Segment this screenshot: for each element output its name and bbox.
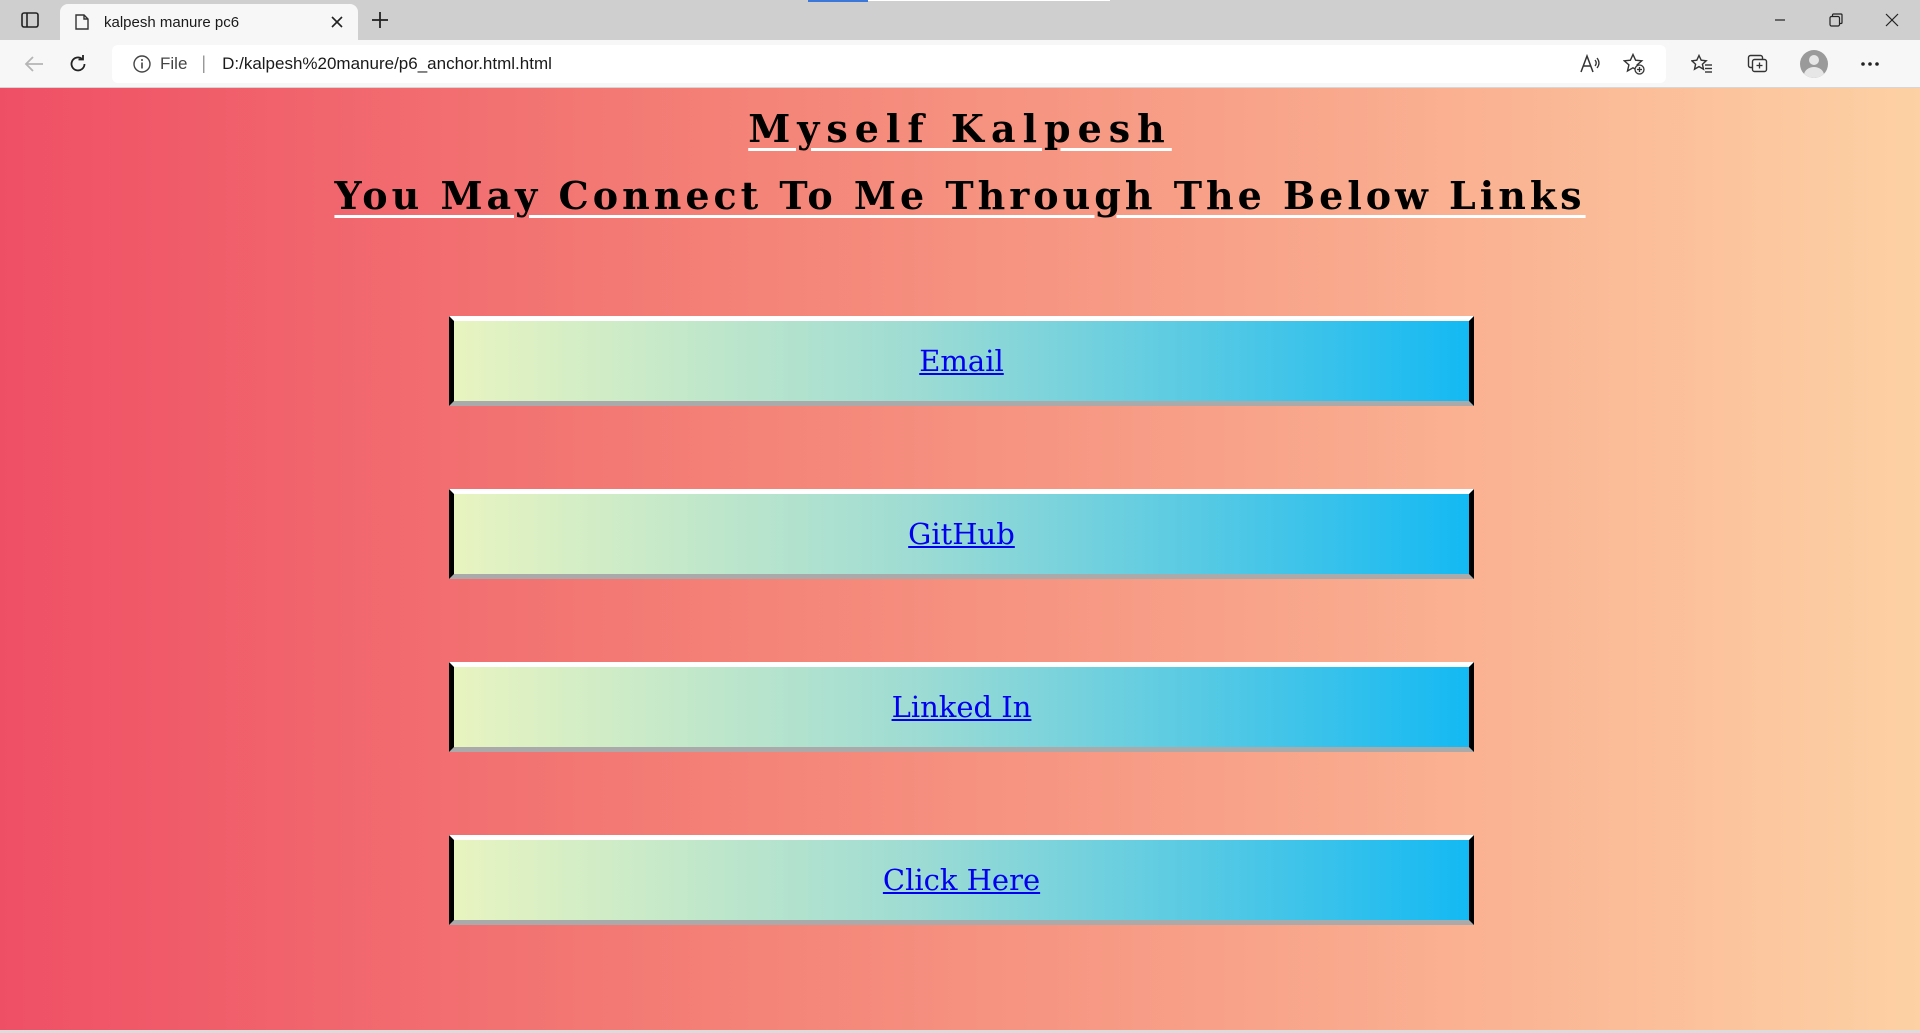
url-text[interactable]: D:/kalpesh%20manure/p6_anchor.html.html <box>222 54 1568 74</box>
address-bar[interactable]: File | D:/kalpesh%20manure/p6_anchor.htm… <box>112 44 1666 83</box>
favorites-icon <box>1691 53 1712 73</box>
github-link[interactable]: GitHub <box>908 517 1015 551</box>
page-content: Myself Kalpesh You May Connect To Me Thr… <box>0 88 1920 1033</box>
close-window-icon <box>1885 13 1899 27</box>
page-title: Myself Kalpesh <box>748 106 1172 151</box>
collections-button[interactable] <box>1730 44 1786 84</box>
link-box-linkedin: Linked In <box>449 662 1474 752</box>
profile-button[interactable] <box>1786 44 1842 84</box>
tab-strip-accent-light <box>868 0 1110 1</box>
collections-icon <box>1747 54 1768 72</box>
browser-tab-active[interactable]: kalpesh manure pc6 <box>60 4 358 40</box>
back-arrow-icon <box>24 55 43 72</box>
restore-button[interactable] <box>1808 0 1864 40</box>
minimize-icon <box>1775 19 1785 21</box>
link-box-github: GitHub <box>449 489 1474 579</box>
close-icon <box>331 16 343 28</box>
close-window-button[interactable] <box>1864 0 1920 40</box>
profile-avatar <box>1800 49 1828 78</box>
link-box-click-here: Click Here <box>449 835 1474 925</box>
browser-toolbar: File | D:/kalpesh%20manure/p6_anchor.htm… <box>0 40 1920 88</box>
info-icon[interactable] <box>132 54 152 74</box>
email-link[interactable]: Email <box>919 344 1004 378</box>
plus-icon <box>372 12 388 28</box>
add-favorite-icon <box>1623 52 1645 75</box>
back-button[interactable] <box>12 44 56 84</box>
read-aloud-icon <box>1580 53 1600 72</box>
url-scheme-label: File <box>160 53 188 73</box>
page-icon <box>74 14 90 30</box>
browser-window: kalpesh manure pc6 File | D:/kalpesh%20m… <box>0 0 1920 1033</box>
click-here-link[interactable]: Click Here <box>883 863 1040 897</box>
restore-icon <box>1829 13 1843 27</box>
minimize-button[interactable] <box>1752 0 1808 40</box>
favorites-button[interactable] <box>1674 44 1730 84</box>
read-aloud-button[interactable] <box>1568 46 1612 82</box>
url-separator: | <box>201 53 207 73</box>
links-list: Email GitHub Linked In Click Here <box>449 316 1474 1008</box>
tab-close-button[interactable] <box>326 11 348 33</box>
refresh-button[interactable] <box>56 44 100 84</box>
tab-strip: kalpesh manure pc6 <box>0 0 1920 40</box>
linkedin-link[interactable]: Linked In <box>892 690 1032 724</box>
window-controls <box>1752 0 1920 40</box>
tab-title: kalpesh manure pc6 <box>104 13 240 31</box>
new-tab-button[interactable] <box>358 0 402 40</box>
link-box-email: Email <box>449 316 1474 406</box>
more-button[interactable] <box>1842 44 1898 84</box>
add-favorite-button[interactable] <box>1612 46 1656 82</box>
more-icon <box>1861 61 1879 66</box>
tab-strip-accent <box>808 0 868 2</box>
refresh-icon <box>70 54 86 71</box>
toolbar-right <box>1674 44 1898 84</box>
tab-actions-button[interactable] <box>0 0 60 40</box>
page-subtitle: You May Connect To Me Through The Below … <box>334 173 1586 218</box>
tab-actions-icon <box>21 12 39 28</box>
